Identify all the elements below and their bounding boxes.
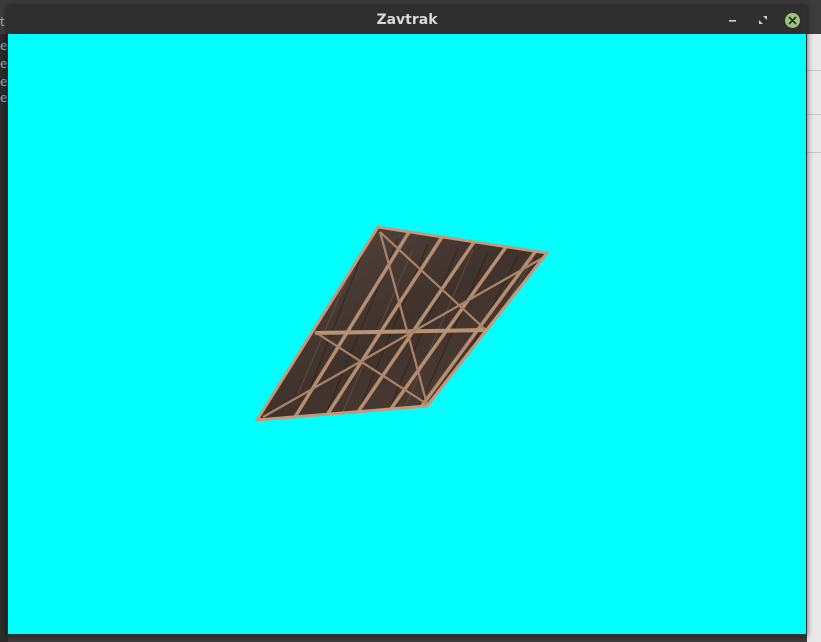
background-divider — [807, 114, 821, 115]
background-divider — [807, 70, 821, 71]
close-icon — [784, 12, 800, 28]
maximize-button[interactable] — [754, 11, 772, 29]
scene-canvas — [254, 225, 550, 422]
wooden-plank-panel — [254, 225, 550, 422]
render-viewport[interactable] — [8, 34, 806, 634]
background-window-right — [807, 34, 821, 642]
app-window: Zavtrak — [7, 6, 807, 636]
maximize-icon — [759, 16, 767, 24]
window-title: Zavtrak — [376, 12, 438, 28]
close-button[interactable] — [783, 11, 801, 29]
background-divider — [807, 152, 821, 153]
window-titlebar[interactable]: Zavtrak — [7, 6, 807, 34]
minimize-icon — [729, 20, 736, 22]
minimize-button[interactable] — [724, 11, 742, 29]
